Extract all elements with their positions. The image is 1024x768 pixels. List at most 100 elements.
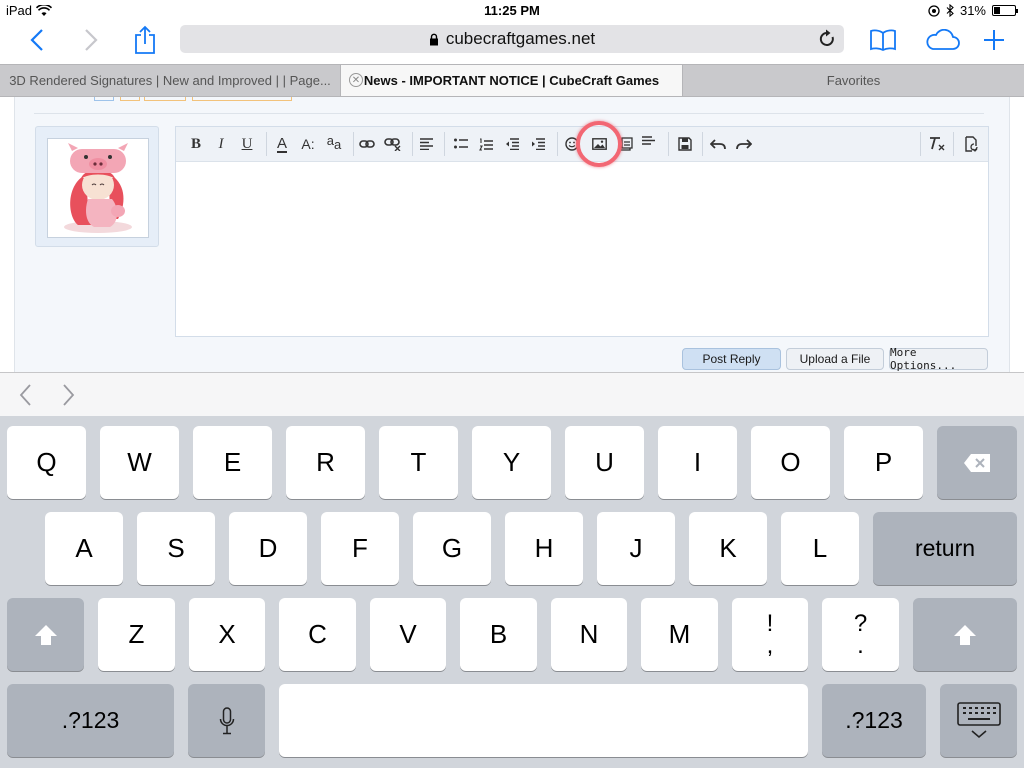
text-color-button[interactable]: A [270, 130, 294, 158]
key-g[interactable]: G [413, 512, 491, 585]
battery-fill [994, 7, 1000, 14]
key-f[interactable]: F [321, 512, 399, 585]
key-x[interactable]: X [189, 598, 265, 671]
key-j[interactable]: J [597, 512, 675, 585]
key-b[interactable]: B [460, 598, 537, 671]
message-textarea[interactable] [176, 162, 988, 337]
key-p[interactable]: P [844, 426, 923, 499]
key-l[interactable]: L [781, 512, 859, 585]
space-bar[interactable] [279, 684, 808, 757]
icloud-tabs-button[interactable] [920, 22, 964, 58]
return-key[interactable]: return [873, 512, 1017, 585]
new-tab-button[interactable] [980, 22, 1008, 58]
key-u[interactable]: U [565, 426, 644, 499]
text-color-icon: A [276, 134, 287, 153]
url-text: cubecraftgames.net [445, 29, 596, 48]
tab-news-notice[interactable]: ✕ News - IMPORTANT NOTICE | CubeCraft Ga… [341, 65, 683, 96]
numbers-key-right[interactable]: .?123 [822, 684, 926, 757]
key-bottom-char: , [766, 631, 774, 659]
microphone-icon [219, 706, 234, 734]
redo-button[interactable] [732, 130, 756, 158]
underline-button[interactable]: U [235, 130, 259, 158]
numbers-key-left[interactable]: .?123 [7, 684, 174, 757]
font-family-icon: aa [327, 133, 341, 152]
post-reply-button[interactable]: Post Reply [682, 348, 781, 370]
key-n[interactable]: N [551, 598, 627, 671]
bookmarks-button[interactable] [866, 22, 900, 58]
key-i[interactable]: I [658, 426, 737, 499]
avatar[interactable] [47, 138, 149, 238]
key-question-period[interactable]: ? . [822, 598, 899, 671]
align-left-icon [420, 138, 433, 150]
indent-button[interactable] [526, 130, 550, 158]
key-s[interactable]: S [137, 512, 215, 585]
key-d[interactable]: D [229, 512, 307, 585]
back-button[interactable] [22, 22, 52, 58]
key-q[interactable]: Q [7, 426, 86, 499]
key-e[interactable]: E [193, 426, 272, 499]
italic-button[interactable]: I [209, 130, 233, 158]
tab-label: Favorites [826, 73, 881, 88]
key-bottom-char: . [857, 631, 864, 659]
tab-label: News - IMPORTANT NOTICE | CubeCraft Game… [363, 73, 660, 88]
address-bar[interactable]: cubecraftgames.net [180, 25, 844, 53]
toolbar-divider [557, 132, 558, 156]
numbered-list-button[interactable] [474, 130, 498, 158]
font-family-button[interactable]: aa [322, 130, 346, 158]
avatar-image [64, 143, 132, 233]
key-y[interactable]: Y [472, 426, 551, 499]
unlink-icon [384, 138, 401, 151]
font-family-glyph: a [326, 132, 334, 148]
outdent-button[interactable] [500, 130, 524, 158]
unlink-button[interactable] [381, 130, 405, 158]
key-t[interactable]: T [379, 426, 458, 499]
key-r[interactable]: R [286, 426, 365, 499]
undo-icon [710, 139, 726, 150]
key-h[interactable]: H [505, 512, 583, 585]
key-z[interactable]: Z [98, 598, 175, 671]
chevron-right-icon [63, 384, 75, 406]
key-a[interactable]: A [45, 512, 123, 585]
align-button[interactable] [415, 130, 439, 158]
bullet-list-button[interactable] [449, 130, 473, 158]
form-navigation-bar [0, 372, 1024, 416]
key-v[interactable]: V [370, 598, 446, 671]
close-tab-icon[interactable]: ✕ [349, 73, 363, 87]
clear-format-icon [929, 136, 944, 150]
insert-code-button[interactable] [637, 127, 661, 155]
backspace-icon [964, 453, 990, 472]
undo-button[interactable] [706, 130, 730, 158]
toggle-bbcode-button[interactable] [959, 130, 983, 158]
save-draft-button[interactable] [673, 130, 697, 158]
key-o[interactable]: O [751, 426, 830, 499]
reload-icon[interactable] [818, 29, 836, 49]
shift-key-right[interactable] [913, 598, 1017, 671]
delete-key[interactable] [937, 426, 1017, 499]
bold-button[interactable]: B [184, 130, 208, 158]
dictation-key[interactable] [188, 684, 265, 757]
key-w[interactable]: W [100, 426, 179, 499]
upload-file-button[interactable]: Upload a File [786, 348, 884, 370]
next-field-button[interactable] [62, 383, 82, 407]
tab-signatures[interactable]: 3D Rendered Signatures | New and Improve… [0, 65, 341, 96]
orientation-lock-icon [928, 4, 940, 17]
tab-favorites[interactable]: Favorites [683, 65, 1024, 96]
key-k[interactable]: K [689, 512, 767, 585]
key-m[interactable]: M [641, 598, 718, 671]
key-exclamation-comma[interactable]: ! , [732, 598, 808, 671]
remove-formatting-button[interactable] [925, 130, 949, 158]
redo-icon [736, 139, 752, 150]
share-button[interactable] [128, 22, 162, 58]
font-size-button[interactable]: A: [296, 130, 320, 158]
previous-field-button[interactable] [18, 383, 38, 407]
tab-bar: 3D Rendered Signatures | New and Improve… [0, 64, 1024, 97]
insert-link-button[interactable] [355, 130, 379, 158]
more-options-button[interactable]: More Options... [889, 346, 988, 372]
forward-button[interactable] [76, 22, 106, 58]
link-icon [359, 140, 375, 148]
key-c[interactable]: C [279, 598, 356, 671]
dismiss-keyboard-key[interactable] [940, 684, 1017, 757]
clock: 11:25 PM [484, 3, 540, 18]
shift-key-left[interactable] [7, 598, 84, 671]
toolbar-divider [953, 132, 954, 156]
